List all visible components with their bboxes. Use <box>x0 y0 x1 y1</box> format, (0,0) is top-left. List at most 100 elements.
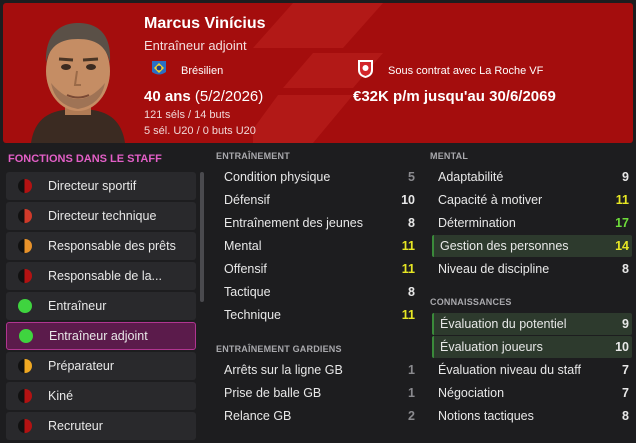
role-suitability-icon <box>18 299 32 313</box>
attribute-row[interactable]: Évaluation joueurs 10 <box>432 336 632 358</box>
attribute-name: Adaptabilité <box>438 170 504 184</box>
club-badge-icon <box>358 60 373 78</box>
staff-role-item[interactable]: Recruteur <box>6 412 196 440</box>
staff-role-label: Recruteur <box>48 419 103 433</box>
attribute-value: 10 <box>615 340 629 354</box>
attribute-row[interactable]: Mental 11 <box>218 235 418 257</box>
staff-role-item[interactable]: Entraîneur adjoint <box>6 322 196 350</box>
attribute-row[interactable]: Négociation 7 <box>432 382 632 404</box>
staff-role-label: Directeur sportif <box>48 179 137 193</box>
role-suitability-icon <box>18 269 32 283</box>
attribute-value: 8 <box>408 285 415 299</box>
attribute-row[interactable]: Gestion des personnes 14 <box>432 235 632 257</box>
role-suitability-icon <box>18 239 32 253</box>
attribute-row[interactable]: Détermination 17 <box>432 212 632 234</box>
attribute-value: 11 <box>615 193 629 207</box>
attribute-row[interactable]: Arrêts sur la ligne GB 1 <box>218 359 418 381</box>
staff-role-item[interactable]: Préparateur <box>6 352 196 380</box>
attribute-row[interactable]: Tactique 8 <box>218 281 418 303</box>
staff-name: Marcus Vinícius <box>144 15 266 32</box>
attribute-name: Défensif <box>224 193 270 207</box>
nationality[interactable]: Brésilien <box>181 65 223 77</box>
attribute-name: Condition physique <box>224 170 331 184</box>
staff-role-label: Kiné <box>48 389 74 403</box>
attribute-row[interactable]: Relance GB 2 <box>218 405 418 427</box>
attribute-row[interactable]: Évaluation du potentiel 9 <box>432 313 632 335</box>
attribute-row[interactable]: Offensif 11 <box>218 258 418 280</box>
attribute-value: 7 <box>622 386 629 400</box>
attribute-value: 7 <box>622 363 629 377</box>
staff-role-label: Entraîneur <box>48 299 107 313</box>
goalkeeping-title: ENTRAÎNEMENT GARDIENS <box>216 344 342 354</box>
attribute-row[interactable]: Prise de balle GB 1 <box>218 382 418 404</box>
staff-roles-title: FONCTIONS DANS LE STAFF <box>8 153 162 165</box>
attribute-row[interactable]: Capacité à motiver 11 <box>432 189 632 211</box>
age-value: 40 ans <box>144 88 191 105</box>
attribute-name: Négociation <box>438 386 505 400</box>
attribute-value: 1 <box>408 386 415 400</box>
attribute-name: Mental <box>224 239 262 253</box>
attribute-value: 11 <box>401 262 415 276</box>
attribute-row[interactable]: Technique 11 <box>218 304 418 326</box>
attribute-name: Capacité à motiver <box>438 193 543 207</box>
role-suitability-icon <box>18 419 32 433</box>
staff-role-item[interactable]: Entraîneur <box>6 292 196 320</box>
staff-header: Marcus Vinícius Entraîneur adjoint Brési… <box>3 3 633 143</box>
attribute-row[interactable]: Évaluation niveau du staff 7 <box>432 359 632 381</box>
attribute-row[interactable]: Défensif 10 <box>218 189 418 211</box>
attribute-name: Notions tactiques <box>438 409 534 423</box>
staff-role-label: Directeur technique <box>48 209 157 223</box>
mental-title: MENTAL <box>430 151 469 161</box>
training-title: ENTRAÎNEMENT <box>216 151 290 161</box>
staff-role: Entraîneur adjoint <box>144 38 247 53</box>
attribute-value: 14 <box>615 239 629 253</box>
attribute-row[interactable]: Notions tactiques 8 <box>432 405 632 427</box>
staff-photo <box>31 23 125 143</box>
attribute-name: Gestion des personnes <box>440 239 569 253</box>
attribute-name: Évaluation niveau du staff <box>438 363 581 377</box>
staff-role-item[interactable]: Responsable des prêts <box>6 232 196 260</box>
club-contract[interactable]: Sous contrat avec La Roche VF <box>388 65 543 77</box>
attribute-value: 2 <box>408 409 415 423</box>
attribute-row[interactable]: Adaptabilité 9 <box>432 166 632 188</box>
attribute-value: 11 <box>401 308 415 322</box>
role-suitability-icon <box>18 389 32 403</box>
attribute-name: Prise de balle GB <box>224 386 322 400</box>
attribute-value: 10 <box>401 193 415 207</box>
attribute-value: 11 <box>401 239 415 253</box>
attribute-name: Évaluation du potentiel <box>440 317 567 331</box>
attribute-name: Tactique <box>224 285 271 299</box>
knowledge-title: CONNAISSANCES <box>430 297 512 307</box>
attribute-value: 8 <box>622 262 629 276</box>
staff-age: 40 ans (5/2/2026) <box>144 88 263 105</box>
attribute-value: 9 <box>622 317 629 331</box>
roles-scrollbar[interactable] <box>200 172 204 302</box>
role-suitability-icon <box>19 329 33 343</box>
attribute-name: Offensif <box>224 262 267 276</box>
attribute-name: Détermination <box>438 216 516 230</box>
staff-role-item[interactable]: Directeur technique <box>6 202 196 230</box>
role-suitability-icon <box>18 179 32 193</box>
staff-role-item[interactable]: Kiné <box>6 382 196 410</box>
attribute-value: 1 <box>408 363 415 377</box>
attribute-name: Entraînement des jeunes <box>224 216 363 230</box>
staff-role-label: Responsable des prêts <box>48 239 176 253</box>
attribute-name: Évaluation joueurs <box>440 340 543 354</box>
staff-role-item[interactable]: Responsable de la... <box>6 262 196 290</box>
role-suitability-icon <box>18 359 32 373</box>
attribute-value: 5 <box>408 170 415 184</box>
international-caps: 121 séls / 14 buts <box>144 109 231 121</box>
attribute-name: Relance GB <box>224 409 292 423</box>
attribute-row[interactable]: Condition physique 5 <box>218 166 418 188</box>
attribute-name: Niveau de discipline <box>438 262 550 276</box>
staff-role-label: Responsable de la... <box>48 269 162 283</box>
role-suitability-icon <box>18 209 32 223</box>
attribute-value: 17 <box>615 216 629 230</box>
attribute-row[interactable]: Niveau de discipline 8 <box>432 258 632 280</box>
contract-details: €32K p/m jusqu'au 30/6/2069 <box>353 88 556 105</box>
attribute-row[interactable]: Entraînement des jeunes 8 <box>218 212 418 234</box>
staff-role-label: Préparateur <box>48 359 115 373</box>
attribute-name: Technique <box>224 308 281 322</box>
date-of-birth: (5/2/2026) <box>194 88 264 105</box>
staff-role-item[interactable]: Directeur sportif <box>6 172 196 200</box>
